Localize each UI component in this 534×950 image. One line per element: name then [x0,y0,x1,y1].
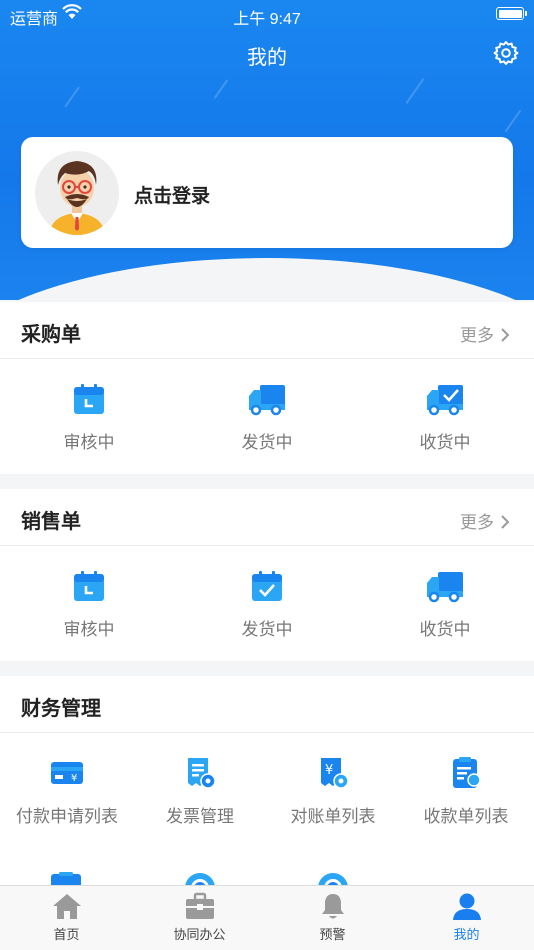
clipboard-coin-icon [453,757,481,788]
calendar-clock-icon [74,571,104,601]
item-label: 收货中 [419,620,471,639]
briefcase-icon [185,892,214,919]
sales-shipping[interactable]: 发货中 [207,569,327,640]
item-label: 审核中 [63,620,115,639]
clock: 上午 9:47 [233,11,301,28]
purchase-orders-section: 采购单 更多 审核中 发货中 收货中 [0,302,534,474]
purchase-shipping[interactable]: 发货中 [207,382,327,453]
item-label: 审核中 [63,433,115,452]
truck-icon [249,385,285,416]
purchase-more-link[interactable]: 更多 [460,321,510,346]
user-login-card[interactable]: 点击登录 [21,137,513,248]
sales-section-header: 销售单 更多 [0,489,534,546]
tab-mine[interactable]: 我的 [400,892,533,943]
status-bar: 运营商 上午 9:47 [0,0,534,28]
card-yen-icon: ¥ [51,762,83,784]
truck-check-icon [427,385,463,416]
item-label: 收款单列表 [423,807,509,826]
bell-icon [321,894,344,919]
item-label: 付款申请列表 [16,807,118,826]
statement-list[interactable]: ¥ 对账单列表 [273,756,393,827]
chevron-right-icon [501,515,510,529]
person-icon [452,893,481,920]
login-prompt[interactable]: 点击登录 [134,181,210,208]
tab-label: 预警 [319,927,346,942]
calendar-clock-icon [74,384,104,414]
section-title: 销售单 [21,511,81,533]
truck-icon [427,572,463,603]
clipboard-icon[interactable] [50,872,82,886]
item-label: 发票管理 [166,807,234,826]
invoice-gear-icon [188,758,216,789]
finance-section: 财务管理 ¥ 付款申请列表 发票管理 ¥ 对账单列表 收款单列表 [0,676,534,886]
section-title: 采购单 [21,324,81,346]
sales-receiving[interactable]: 收货中 [385,569,505,640]
item-label: 收货中 [419,433,471,452]
tab-label: 首页 [53,927,80,942]
item-label: 发货中 [241,433,293,452]
calendar-check-icon [252,571,282,601]
svg-text:¥: ¥ [71,773,77,784]
home-icon [52,894,81,919]
tab-bar: 首页 协同办公 预警 我的 [0,885,534,950]
profile-page: 运营商 上午 9:47 我的 点击登录 采购单 更多 审核中 发货中 收货中 销… [0,0,534,950]
payment-request-list[interactable]: ¥ 付款申请列表 [7,756,127,827]
tab-home[interactable]: 首页 [0,892,133,943]
battery-icon [496,7,527,20]
more-label: 更多 [460,326,494,345]
purchase-receiving[interactable]: 收货中 [385,382,505,453]
radar-icon[interactable] [317,872,349,886]
tab-label: 协同办公 [173,927,226,942]
section-title: 财务管理 [21,698,101,720]
radar-icon[interactable] [184,872,216,886]
cartoon-man-avatar-icon [49,161,105,235]
purchase-section-header: 采购单 更多 [0,302,534,359]
chevron-right-icon [501,328,510,342]
svg-text:¥: ¥ [325,763,333,778]
yen-receipt-gear-icon: ¥ [321,758,349,789]
item-label: 对账单列表 [290,807,376,826]
sales-more-link[interactable]: 更多 [460,508,510,533]
tab-label: 我的 [453,927,480,942]
more-label: 更多 [460,513,494,532]
settings-gear-icon[interactable] [493,40,519,66]
invoice-management[interactable]: 发票管理 [140,756,260,827]
page-title: 我的 [247,47,287,69]
sales-orders-section: 销售单 更多 审核中 发货中 收货中 [0,489,534,661]
sales-reviewing[interactable]: 审核中 [29,569,149,640]
avatar[interactable] [35,151,119,235]
receipt-list[interactable]: 收款单列表 [406,756,526,827]
purchase-reviewing[interactable]: 审核中 [29,382,149,453]
tab-alerts[interactable]: 预警 [266,892,399,943]
tab-collaboration[interactable]: 协同办公 [133,892,266,943]
finance-section-header: 财务管理 [0,676,534,733]
item-label: 发货中 [241,620,293,639]
